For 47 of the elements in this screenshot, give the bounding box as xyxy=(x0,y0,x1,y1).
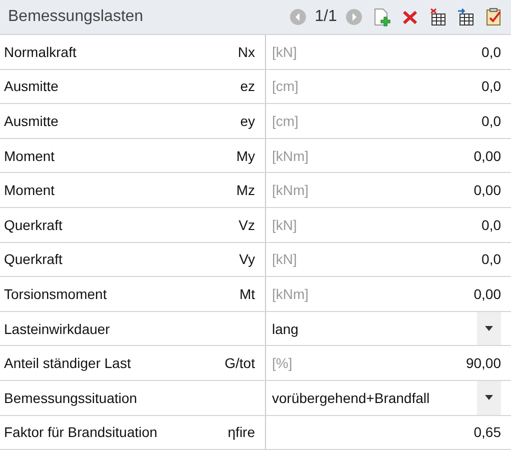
value-cell[interactable]: 0,0 xyxy=(482,78,501,94)
value-cell[interactable]: 0,0 xyxy=(482,251,501,268)
value-cell[interactable]: 0,65 xyxy=(474,424,501,440)
value-cell[interactable]: 0,0 xyxy=(482,112,501,129)
property-label: Querkraft xyxy=(4,251,62,268)
symbol-label: ηfire xyxy=(228,424,255,440)
symbol-label: ez xyxy=(240,78,255,94)
unit-label: [kN] xyxy=(272,216,297,233)
unit-label: [kNm] xyxy=(272,182,309,198)
unit-label: [cm] xyxy=(272,112,298,129)
property-label: Torsionsmoment xyxy=(4,286,107,302)
property-label: Bemessungssituation xyxy=(4,390,138,406)
symbol-label: My xyxy=(236,148,255,164)
symbol-label: G/tot xyxy=(224,355,255,372)
unit-label: [cm] xyxy=(272,78,298,94)
value-cell[interactable]: 90,00 xyxy=(466,355,501,372)
unit-label: [kNm] xyxy=(272,148,309,164)
symbol-label: Mz xyxy=(236,182,255,198)
property-label: Anteil ständiger Last xyxy=(4,355,131,372)
symbol-label: ey xyxy=(240,112,255,129)
symbol-label: Nx xyxy=(238,44,255,60)
value-cell[interactable]: 0,0 xyxy=(482,44,501,60)
property-label: Normalkraft xyxy=(4,44,76,60)
property-label: Moment xyxy=(4,148,55,164)
dropdown-field[interactable]: vorübergehend+Brandfall xyxy=(272,380,501,415)
property-label: Querkraft xyxy=(4,216,62,233)
value-cell[interactable]: 0,00 xyxy=(474,182,501,198)
panel-title: Bemessungslasten xyxy=(7,8,144,26)
dropdown-arrow-icon xyxy=(485,395,493,400)
unit-label: [kNm] xyxy=(272,286,309,302)
symbol-label: Vy xyxy=(239,251,255,268)
unit-label: [kN] xyxy=(272,44,297,60)
value-cell[interactable]: 0,00 xyxy=(474,286,501,302)
symbol-label: Mt xyxy=(239,286,255,302)
property-label: Lasteinwirkdauer xyxy=(4,320,110,337)
symbol-label: Vz xyxy=(238,216,255,233)
dropdown-field[interactable]: lang xyxy=(272,312,501,346)
page-counter: 1/1 xyxy=(314,8,337,26)
unit-label: [kN] xyxy=(272,251,297,268)
property-label: Faktor für Brandsituation xyxy=(4,424,158,440)
value-cell[interactable]: 0,0 xyxy=(482,216,501,233)
property-label: Ausmitte xyxy=(4,112,58,129)
value-cell[interactable]: 0,00 xyxy=(474,148,501,164)
unit-label: [%] xyxy=(272,355,292,372)
property-label: Ausmitte xyxy=(4,78,58,94)
property-label: Moment xyxy=(4,182,55,198)
dropdown-arrow-icon xyxy=(485,326,493,332)
